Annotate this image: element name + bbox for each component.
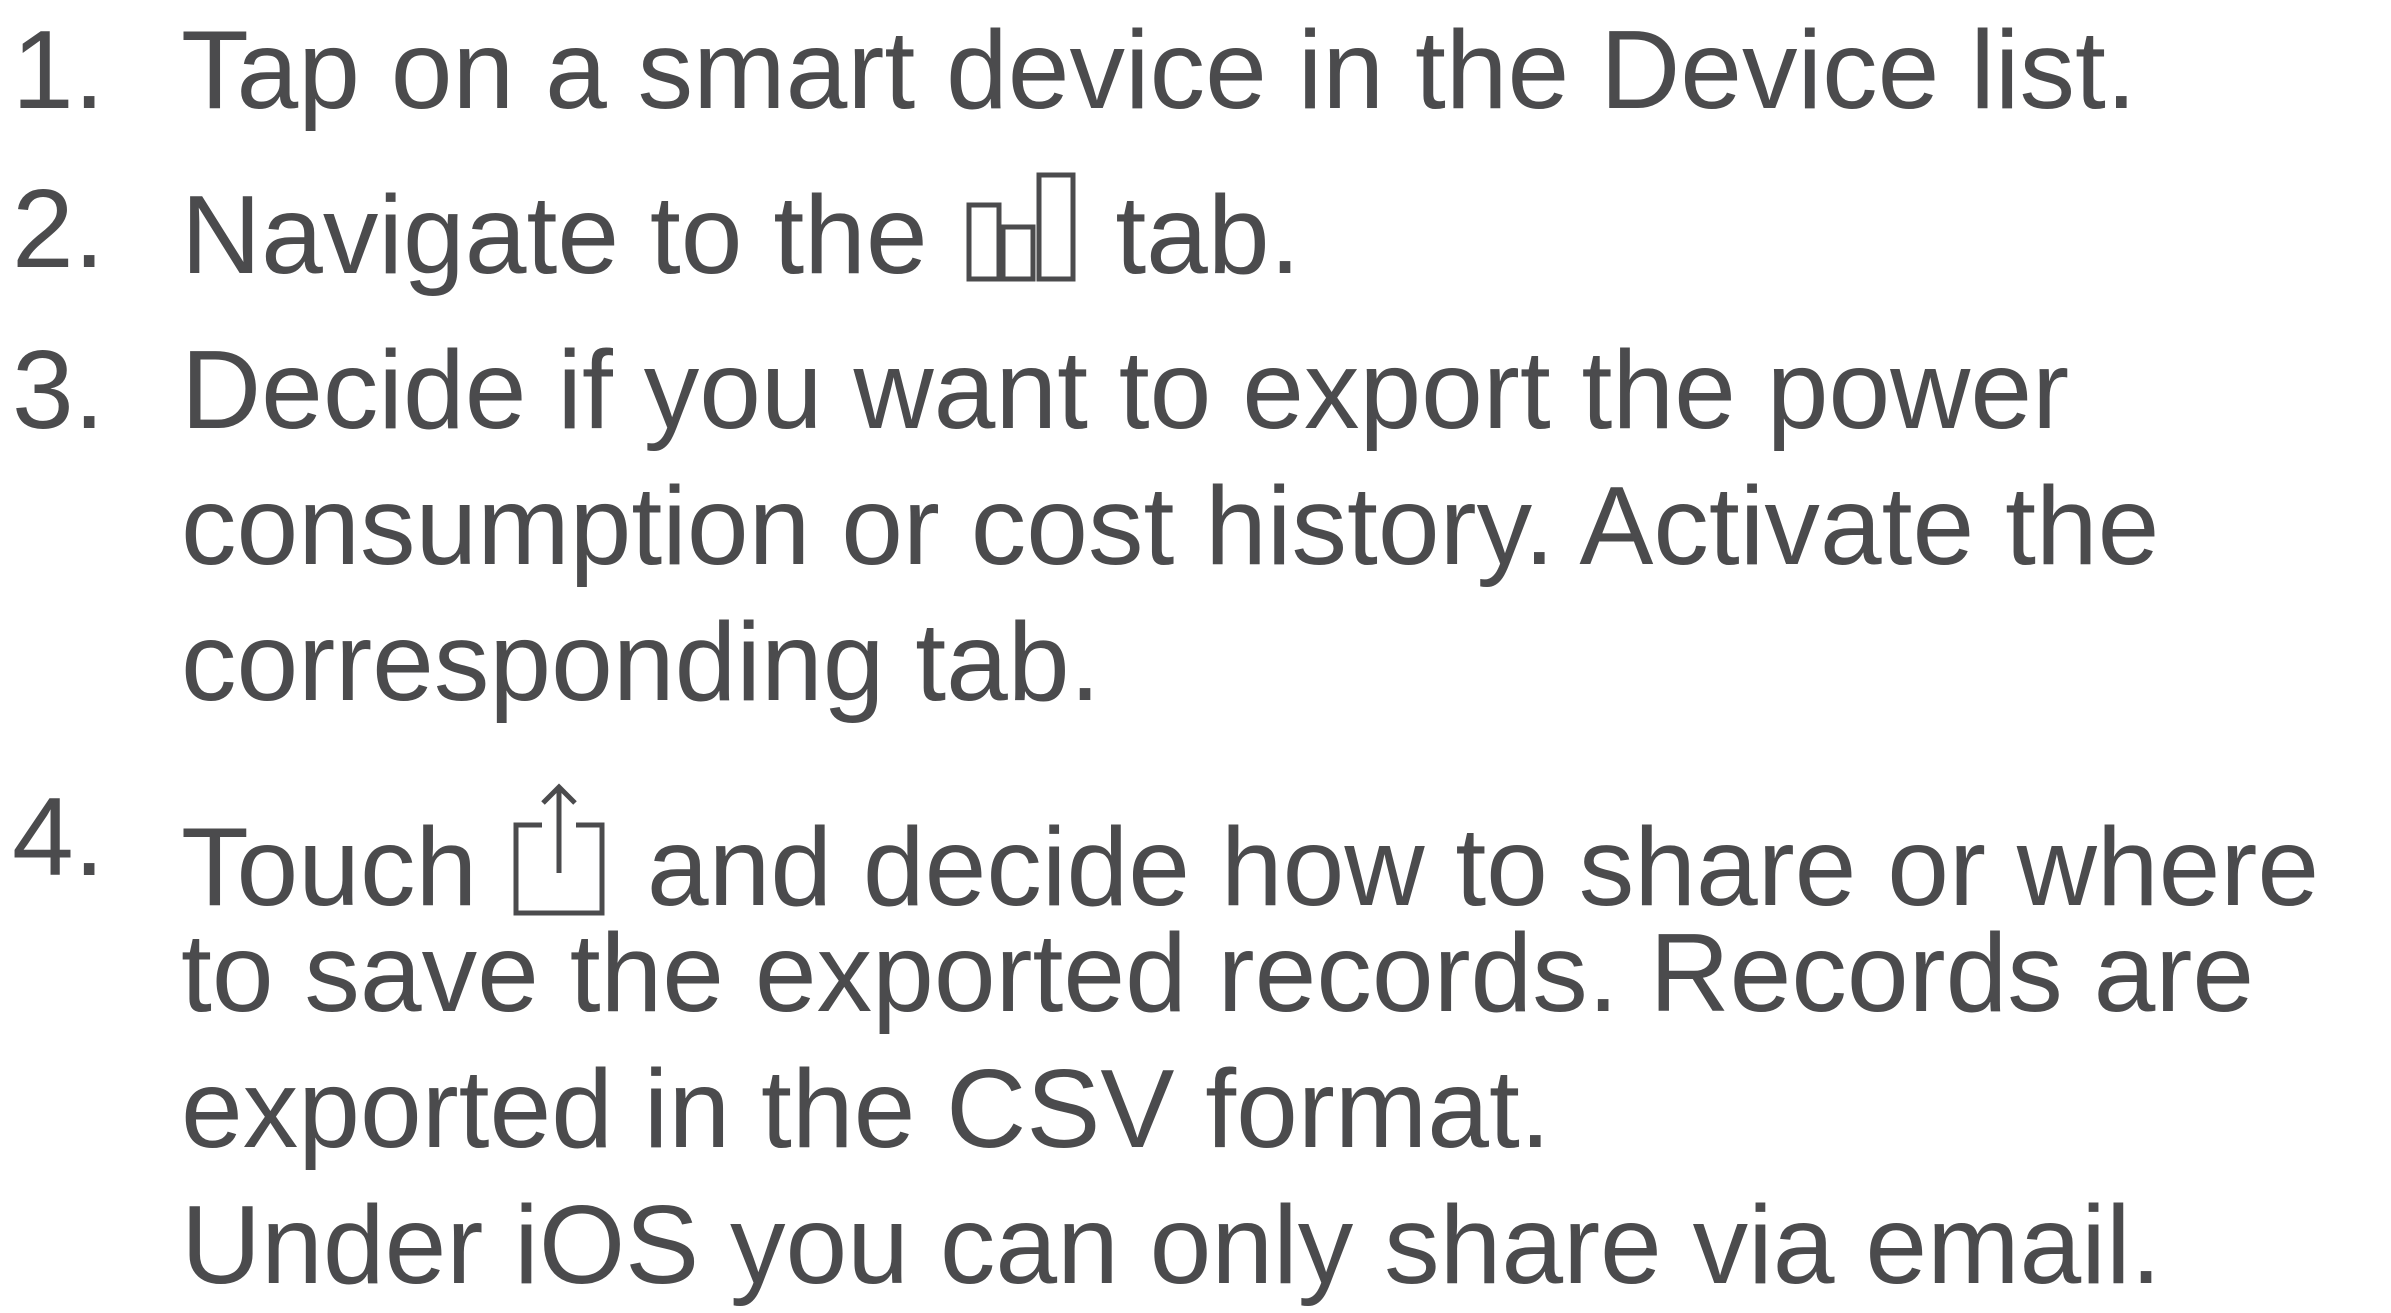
step-line: Touch and decide how to share or where — [181, 769, 2391, 929]
step-line: corresponding tab. — [181, 600, 1101, 724]
step-text: Navigate to the tab. — [181, 161, 2391, 297]
step-text: Touch and decide how to share or where t… — [181, 769, 2391, 1313]
step-line: consumption or cost history. Activate th… — [181, 464, 2160, 588]
step-number: 3. — [12, 328, 105, 452]
step-number: 1. — [12, 8, 105, 132]
step-line: exported in the CSV format. — [181, 1047, 1551, 1171]
step-text-before-icon: Navigate to the — [181, 173, 928, 297]
step-line: Tap on a smart device in the Device list… — [181, 8, 2137, 132]
step-text: Decide if you want to export the power c… — [181, 322, 2391, 730]
step-text-after-icon: tab. — [1115, 173, 1301, 297]
instruction-list: 1. Tap on a smart device in the Device l… — [0, 0, 2391, 1307]
share-icon — [512, 781, 606, 917]
step-line: Decide if you want to export the power — [181, 328, 2070, 452]
step-number: 4. — [12, 775, 105, 899]
bar-chart-icon — [965, 171, 1079, 283]
step-line: Under iOS you can only share via email. — [181, 1183, 2162, 1307]
step-text: Tap on a smart device in the Device list… — [181, 2, 2391, 138]
step-number: 2. — [12, 167, 105, 291]
step-line: Navigate to the tab. — [181, 161, 2391, 297]
step-line: to save the exported records. Records ar… — [181, 911, 2255, 1035]
